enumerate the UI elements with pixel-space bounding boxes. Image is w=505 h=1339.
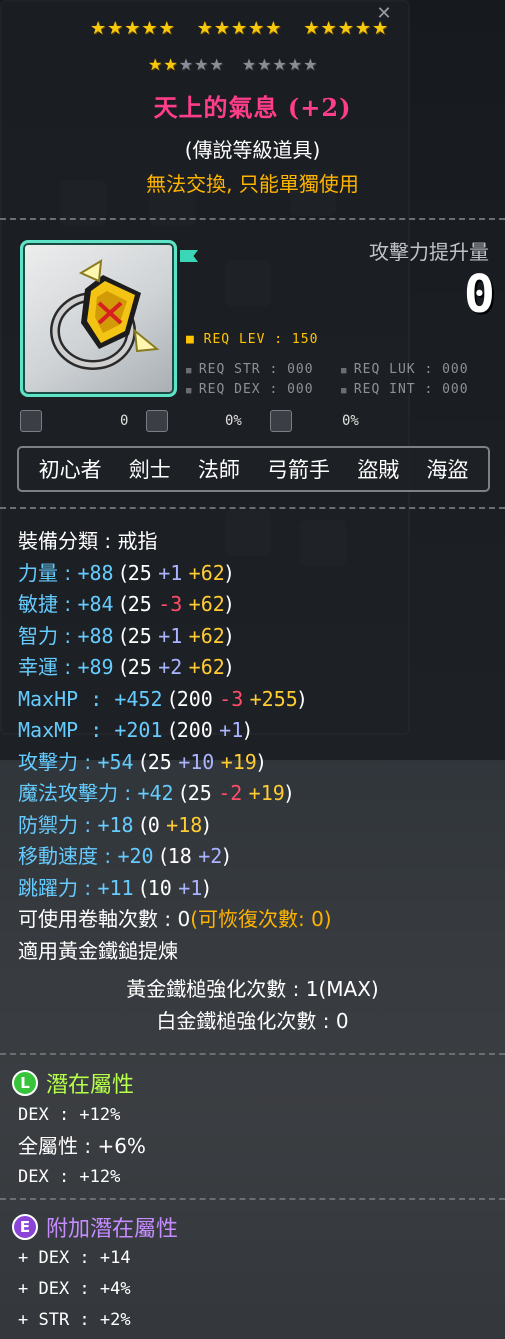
stat-jump: 跳躍力 : +11 (10 +1) <box>18 875 211 900</box>
epic-badge-icon: E <box>12 1214 38 1240</box>
potential-line-2: 全屬性 : +6% <box>18 1134 146 1158</box>
divider <box>0 507 505 509</box>
job-beginner: 初心者 <box>38 458 102 482</box>
star-icon: ★ <box>230 18 248 39</box>
star-icon: ★ <box>248 18 265 39</box>
star-icon: ★ <box>107 18 124 39</box>
gold-hammer-count: 黃金鐵槌強化次數 : 1(MAX) <box>126 977 379 1001</box>
star-icon: ★ <box>194 55 209 74</box>
potential-line-3: DEX : +12% <box>18 1167 121 1187</box>
additional-line-1: + DEX : +14 <box>18 1248 131 1268</box>
platinum-hammer-count: 白金鐵槌強化次數 : 0 <box>156 1009 349 1033</box>
star-icon: ★ <box>141 18 158 39</box>
star-icon: ★ <box>371 18 389 39</box>
shield-icon <box>270 410 292 432</box>
stat-maxmp: MaxMP : +201 (200 +1) <box>18 718 252 742</box>
req-stats: REQ STR : 000 REQ LUK : 000 REQ DEX : 00… <box>186 362 496 397</box>
divider <box>0 1198 505 1200</box>
item-icon-frame <box>20 240 177 397</box>
starforce-row-2: ★ ★ ★ ★ ★ ★ ★ ★ ★ ★ <box>148 55 317 75</box>
item-stats: 裝備分類 : 戒指 力量 : +88 (25 +1 +62) 敏捷 : +84 … <box>18 526 498 967</box>
potential-header: L 潛在屬性 <box>12 1068 134 1098</box>
misc-value-2: 0% <box>225 413 242 429</box>
stat-dex: 敏捷 : +84 (25 -3 +62) <box>18 592 233 616</box>
star-icon: ★ <box>257 55 272 74</box>
stat-speed: 移動速度 : +20 (18 +2) <box>18 844 231 868</box>
stat-magic-attack: 魔法攻擊力 : +42 (25 -2 +19) <box>18 781 293 805</box>
req-luk: REQ LUK : 000 <box>341 362 496 377</box>
stat-scroll-slots: 可使用卷軸次數 : 0(可恢復次數: 0) <box>18 907 332 931</box>
attack-gain-label: 攻擊力提升量 <box>369 240 489 264</box>
star-icon: ★ <box>265 18 282 39</box>
job-thief: 盜賊 <box>357 458 400 482</box>
star-icon: ★ <box>209 55 224 74</box>
flag-icon <box>180 250 198 262</box>
stat-str: 力量 : +88 (25 +1 +62) <box>18 560 233 585</box>
ring-icon <box>50 259 160 370</box>
star-icon: ★ <box>163 55 178 74</box>
star-icon: ★ <box>90 18 107 39</box>
additional-line-2: + DEX : +4% <box>18 1279 131 1299</box>
legendary-badge-icon: L <box>12 1070 38 1096</box>
job-bowman: 弓箭手 <box>267 458 331 482</box>
star-icon: ★ <box>178 55 194 74</box>
stat-hammer-applicable: 適用黃金鐵鎚提煉 <box>18 938 178 963</box>
starforce-row-1: ★ ★ ★ ★ ★ ★ ★ ★ ★ ★ ★ ★ ★ ★ ★ <box>90 18 388 40</box>
divider <box>0 1053 505 1055</box>
bag-icon <box>146 410 168 432</box>
star-icon: ★ <box>124 18 141 39</box>
misc-value-3: 0% <box>342 413 359 429</box>
req-dex: REQ DEX : 000 <box>186 382 341 397</box>
req-level: ■ REQ LEV : 150 <box>186 332 319 347</box>
job-magician: 法師 <box>197 458 240 482</box>
stat-maxhp: MaxHP : +452 (200 -3 +255) <box>18 686 306 711</box>
misc-info-row: 0 0% 0% <box>20 410 380 434</box>
star-icon: ★ <box>287 55 303 74</box>
stat-luk: 幸運 : +89 (25 +2 +62) <box>18 655 233 679</box>
star-icon: ★ <box>303 55 318 74</box>
stat-defense: 防禦力 : +18 (0 +18) <box>18 812 211 837</box>
job-pirate: 海盜 <box>426 458 469 482</box>
potential-lines: DEX : +12% 全屬性 : +6% DEX : +12% <box>18 1100 146 1193</box>
req-int: REQ INT : 000 <box>341 382 496 397</box>
potential-line-1: DEX : +12% <box>18 1105 121 1125</box>
req-str: REQ STR : 000 <box>186 362 341 377</box>
star-icon: ★ <box>320 18 337 39</box>
star-icon: ★ <box>241 55 257 74</box>
job-requirements: 初心者 劍士 法師 弓箭手 盜賊 海盜 <box>17 446 490 492</box>
star-icon: ★ <box>196 18 213 39</box>
puzzle-icon <box>20 410 42 432</box>
additional-potential-lines: + DEX : +14 + DEX : +4% + STR : +2% <box>18 1243 131 1336</box>
stat-int: 智力 : +88 (25 +1 +62) <box>18 623 233 648</box>
potential-title: 潛在屬性 <box>46 1073 135 1098</box>
star-icon: ★ <box>272 55 287 74</box>
star-icon: ★ <box>158 18 175 39</box>
item-tooltip: ✕ ★ ★ ★ ★ ★ ★ ★ ★ ★ ★ ★ ★ ★ ★ ★ ★ ★ ★ ★ ★ ★ ★ ★ ★ ★ 天上的氣息 (+2) … <box>0 0 505 1339</box>
item-trade-restriction: 無法交換, 只能單獨使用 <box>146 172 359 196</box>
star-icon: ★ <box>213 18 230 39</box>
stat-category: 裝備分類 : 戒指 <box>18 529 158 553</box>
misc-value-1: 0 <box>120 413 129 429</box>
star-icon: ★ <box>148 55 163 74</box>
divider <box>0 218 505 220</box>
star-icon: ★ <box>303 18 320 39</box>
additional-potential-title: 附加潛在屬性 <box>46 1217 179 1242</box>
star-icon: ★ <box>337 18 354 39</box>
attack-gain-value: 0 <box>463 265 495 325</box>
star-icon: ★ <box>354 18 371 39</box>
stat-attack: 攻擊力 : +54 (25 +10 +19) <box>18 749 265 774</box>
item-name: 天上的氣息 (+2) <box>153 93 352 122</box>
item-grade: (傳說等級道具) <box>184 138 321 162</box>
additional-line-3: + STR : +2% <box>18 1310 131 1330</box>
job-warrior: 劍士 <box>128 458 171 482</box>
additional-potential-header: E 附加潛在屬性 <box>12 1212 178 1242</box>
